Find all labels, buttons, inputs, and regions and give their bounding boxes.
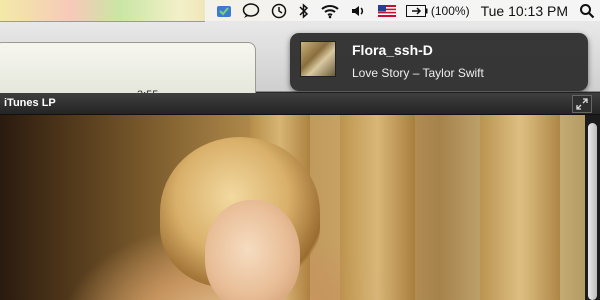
battery-percent: (100%) — [430, 4, 470, 18]
chat-icon[interactable] — [237, 0, 265, 22]
menu-clock[interactable]: Tue 10:13 PM — [475, 3, 574, 19]
notification-title: Flora_ssh-D — [352, 42, 433, 58]
wifi-icon[interactable] — [315, 0, 345, 22]
notification-subtitle: Love Story – Taylor Swift — [352, 66, 484, 80]
vertical-scrollbar[interactable] — [585, 115, 600, 300]
volume-icon[interactable] — [345, 0, 373, 22]
menu-extras: (100%) Tue 10:13 PM — [204, 0, 600, 22]
now-playing-display: 3:55 — [0, 42, 256, 112]
scroll-thumb[interactable] — [588, 123, 597, 300]
time-machine-icon[interactable] — [265, 0, 293, 22]
portrait-face — [205, 200, 300, 300]
flag-icon[interactable] — [373, 0, 401, 22]
itunes-lp-titlebar: iTunes LP — [0, 93, 600, 115]
spotlight-icon[interactable] — [574, 0, 600, 22]
album-art — [300, 41, 336, 77]
itunes-lp-title: iTunes LP — [4, 97, 56, 109]
expand-icon[interactable] — [572, 95, 592, 113]
bluetooth-icon[interactable] — [293, 0, 315, 22]
growl-notification[interactable]: Flora_ssh-D Love Story – Taylor Swift — [290, 33, 588, 91]
lp-cover-photo — [0, 115, 585, 300]
dropbox-icon[interactable] — [211, 0, 237, 22]
menu-bar: (100%) Tue 10:13 PM — [0, 0, 600, 22]
battery-icon[interactable]: (100%) — [401, 0, 475, 22]
